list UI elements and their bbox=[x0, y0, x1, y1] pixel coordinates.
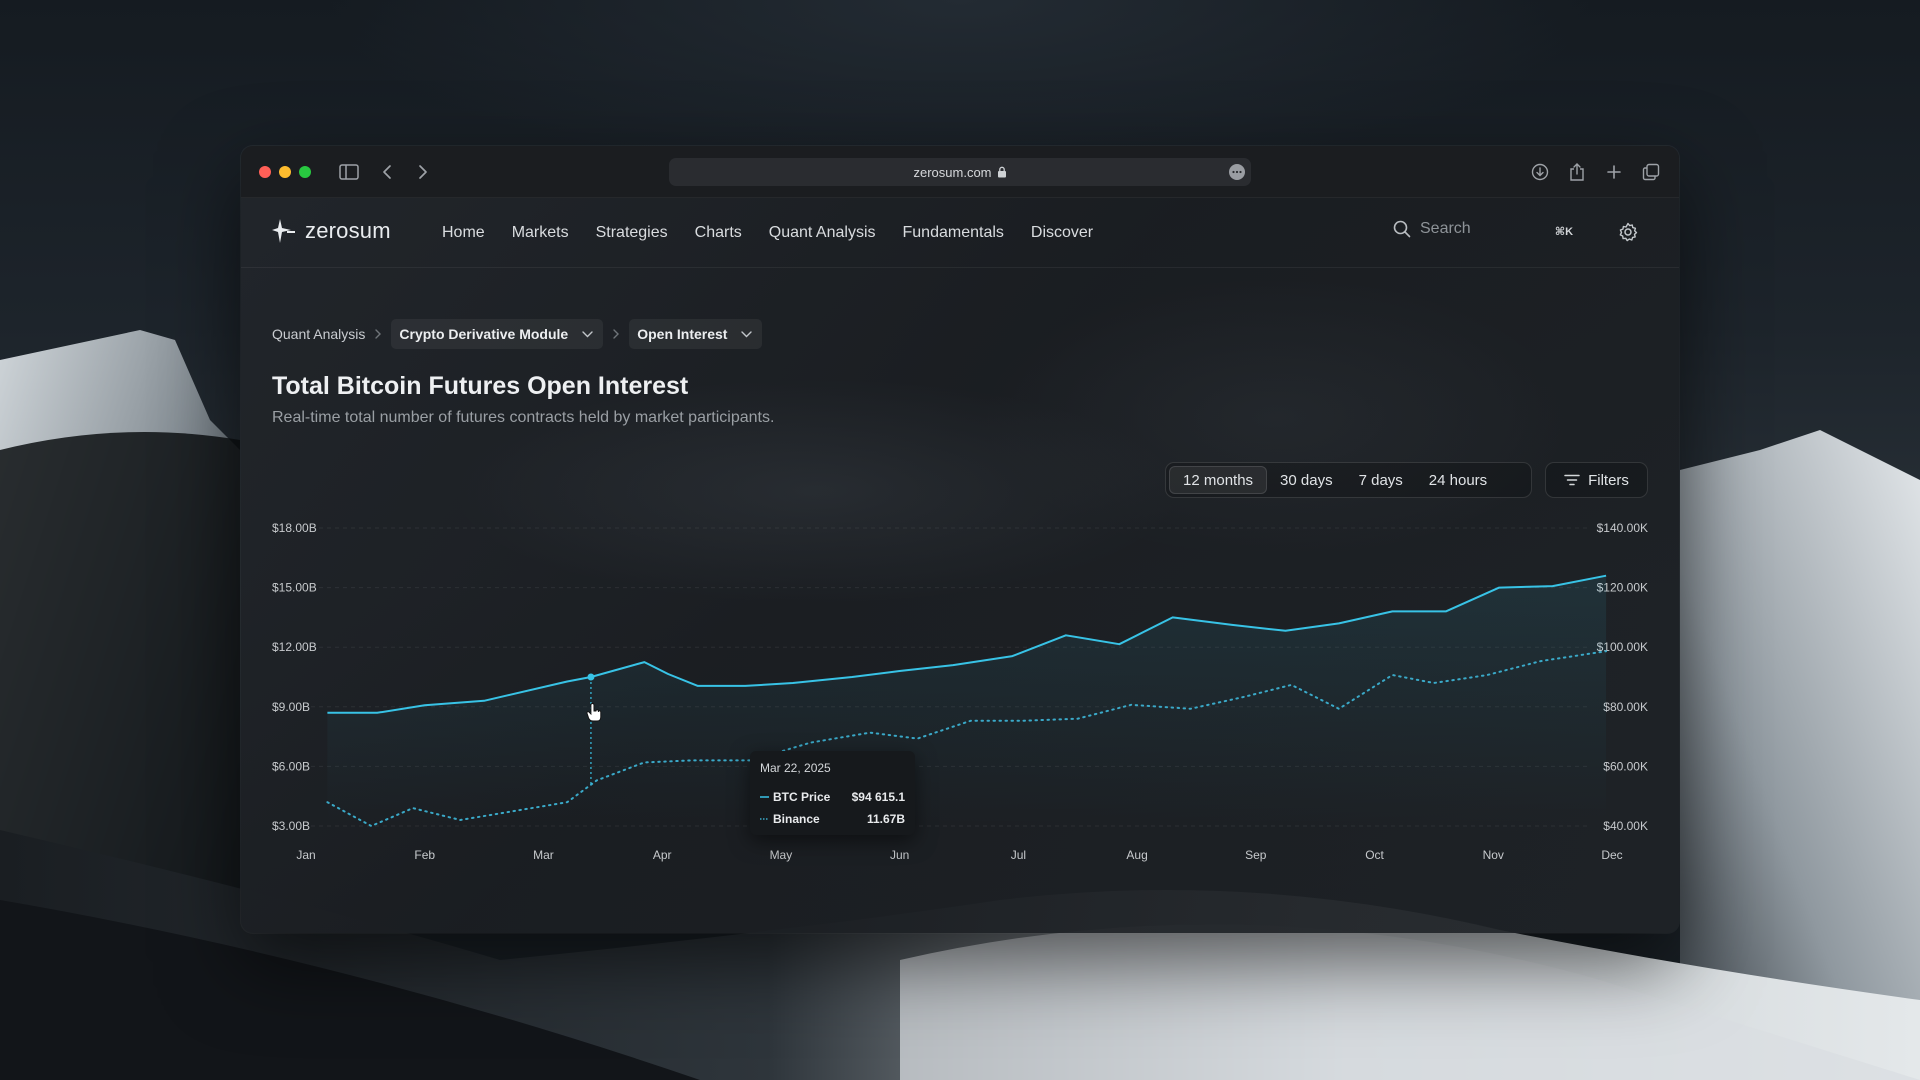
x-axis-tick-label: Jan bbox=[296, 848, 315, 862]
x-axis-tick-label: Dec bbox=[1601, 848, 1622, 862]
x-axis-tick-label: Apr bbox=[653, 848, 672, 862]
left-axis-tick-label: $12.00B bbox=[272, 640, 317, 654]
left-axis-tick-label: $18.00B bbox=[272, 521, 317, 535]
x-axis-tick-label: May bbox=[770, 848, 793, 862]
hover-point bbox=[587, 673, 595, 681]
dotted-line-swatch-icon bbox=[760, 818, 769, 820]
x-axis-tick-label: Jul bbox=[1011, 848, 1026, 862]
x-axis-tick-label: Nov bbox=[1483, 848, 1504, 862]
chart-tooltip: Mar 22, 2025 BTC Price $94 615.1 Binance… bbox=[750, 751, 915, 835]
tooltip-binance-value: 11.67B bbox=[866, 812, 905, 826]
btc-price-area bbox=[327, 575, 1607, 826]
left-axis-tick-label: $6.00B bbox=[272, 759, 310, 773]
tooltip-row-binance: Binance 11.67B bbox=[760, 808, 905, 830]
left-axis-tick-label: $15.00B bbox=[272, 581, 317, 595]
x-axis-tick-label: Mar bbox=[533, 848, 554, 862]
tooltip-binance-name: Binance bbox=[773, 812, 820, 826]
tooltip-date: Mar 22, 2025 bbox=[760, 761, 831, 775]
left-axis-tick-label: $9.00B bbox=[272, 700, 310, 714]
right-axis-tick-label: $40.00K bbox=[1603, 819, 1648, 833]
left-axis-tick-label: $3.00B bbox=[272, 819, 310, 833]
right-axis-tick-label: $140.00K bbox=[1597, 521, 1648, 535]
right-axis-tick-label: $80.00K bbox=[1603, 700, 1648, 714]
tooltip-row-btc: BTC Price $94 615.1 bbox=[760, 786, 905, 808]
x-axis-tick-label: Jun bbox=[890, 848, 909, 862]
open-interest-chart[interactable]: $18.00B $140.00K$15.00B $120.00K$12.00B $10… bbox=[241, 146, 1679, 933]
solid-line-swatch-icon bbox=[760, 796, 769, 798]
x-axis-tick-label: Aug bbox=[1126, 848, 1147, 862]
tooltip-btc-value: $94 615.1 bbox=[851, 790, 905, 804]
right-axis-tick-label: $60.00K bbox=[1603, 759, 1648, 773]
x-axis-tick-label: Feb bbox=[414, 848, 435, 862]
browser-window: zerosum.com zerosum Home Markets Strateg… bbox=[241, 146, 1679, 933]
tooltip-btc-name: BTC Price bbox=[773, 790, 831, 804]
x-axis-tick-label: Oct bbox=[1365, 848, 1384, 862]
x-axis-tick-label: Sep bbox=[1245, 848, 1267, 862]
